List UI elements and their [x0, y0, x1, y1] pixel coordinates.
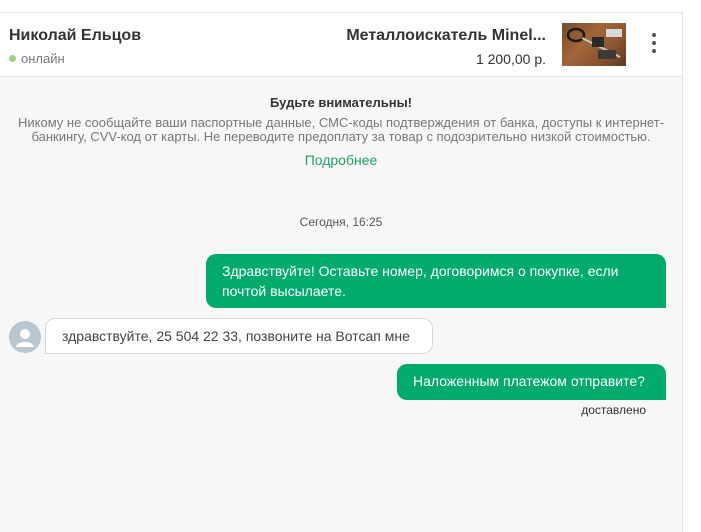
item-thumbnail[interactable]: [562, 23, 626, 66]
delivery-status: доставлено: [581, 403, 646, 417]
online-dot-icon: [9, 55, 16, 62]
outgoing-message: Наложенным платежом отправите?: [397, 364, 666, 400]
chat-header: Николай Ельцов онлайн Металлоискатель Mi…: [0, 13, 682, 77]
more-vertical-icon: [652, 33, 656, 37]
incoming-message: здравствуйте, 25 504 22 33, позвоните на…: [45, 318, 433, 354]
more-vertical-icon-dot: [652, 41, 656, 45]
metal-detector-image: [566, 27, 622, 59]
contact-name[interactable]: Николай Ельцов: [9, 27, 141, 45]
chat-window: Николай Ельцов онлайн Металлоискатель Mi…: [0, 12, 683, 532]
status-label: онлайн: [21, 51, 65, 66]
item-price: 1 200,00 р.: [475, 51, 546, 67]
safety-warning: Будьте внимательны! Никому не сообщайте …: [0, 95, 682, 170]
learn-more-link[interactable]: Подробнее: [305, 152, 378, 168]
warning-title: Будьте внимательны!: [269, 95, 413, 110]
user-avatar-icon[interactable]: [9, 321, 41, 353]
more-menu-button[interactable]: [644, 31, 664, 55]
item-title[interactable]: Металлоискатель Minel...: [346, 27, 546, 45]
date-separator: Сегодня, 16:25: [299, 215, 383, 229]
online-status: онлайн: [9, 51, 65, 66]
more-vertical-icon-dot: [652, 49, 656, 53]
outgoing-message: Здравствуйте! Оставьте номер, договоримс…: [206, 254, 666, 308]
warning-text: Никому не сообщайте ваши паспортные данн…: [17, 115, 664, 144]
